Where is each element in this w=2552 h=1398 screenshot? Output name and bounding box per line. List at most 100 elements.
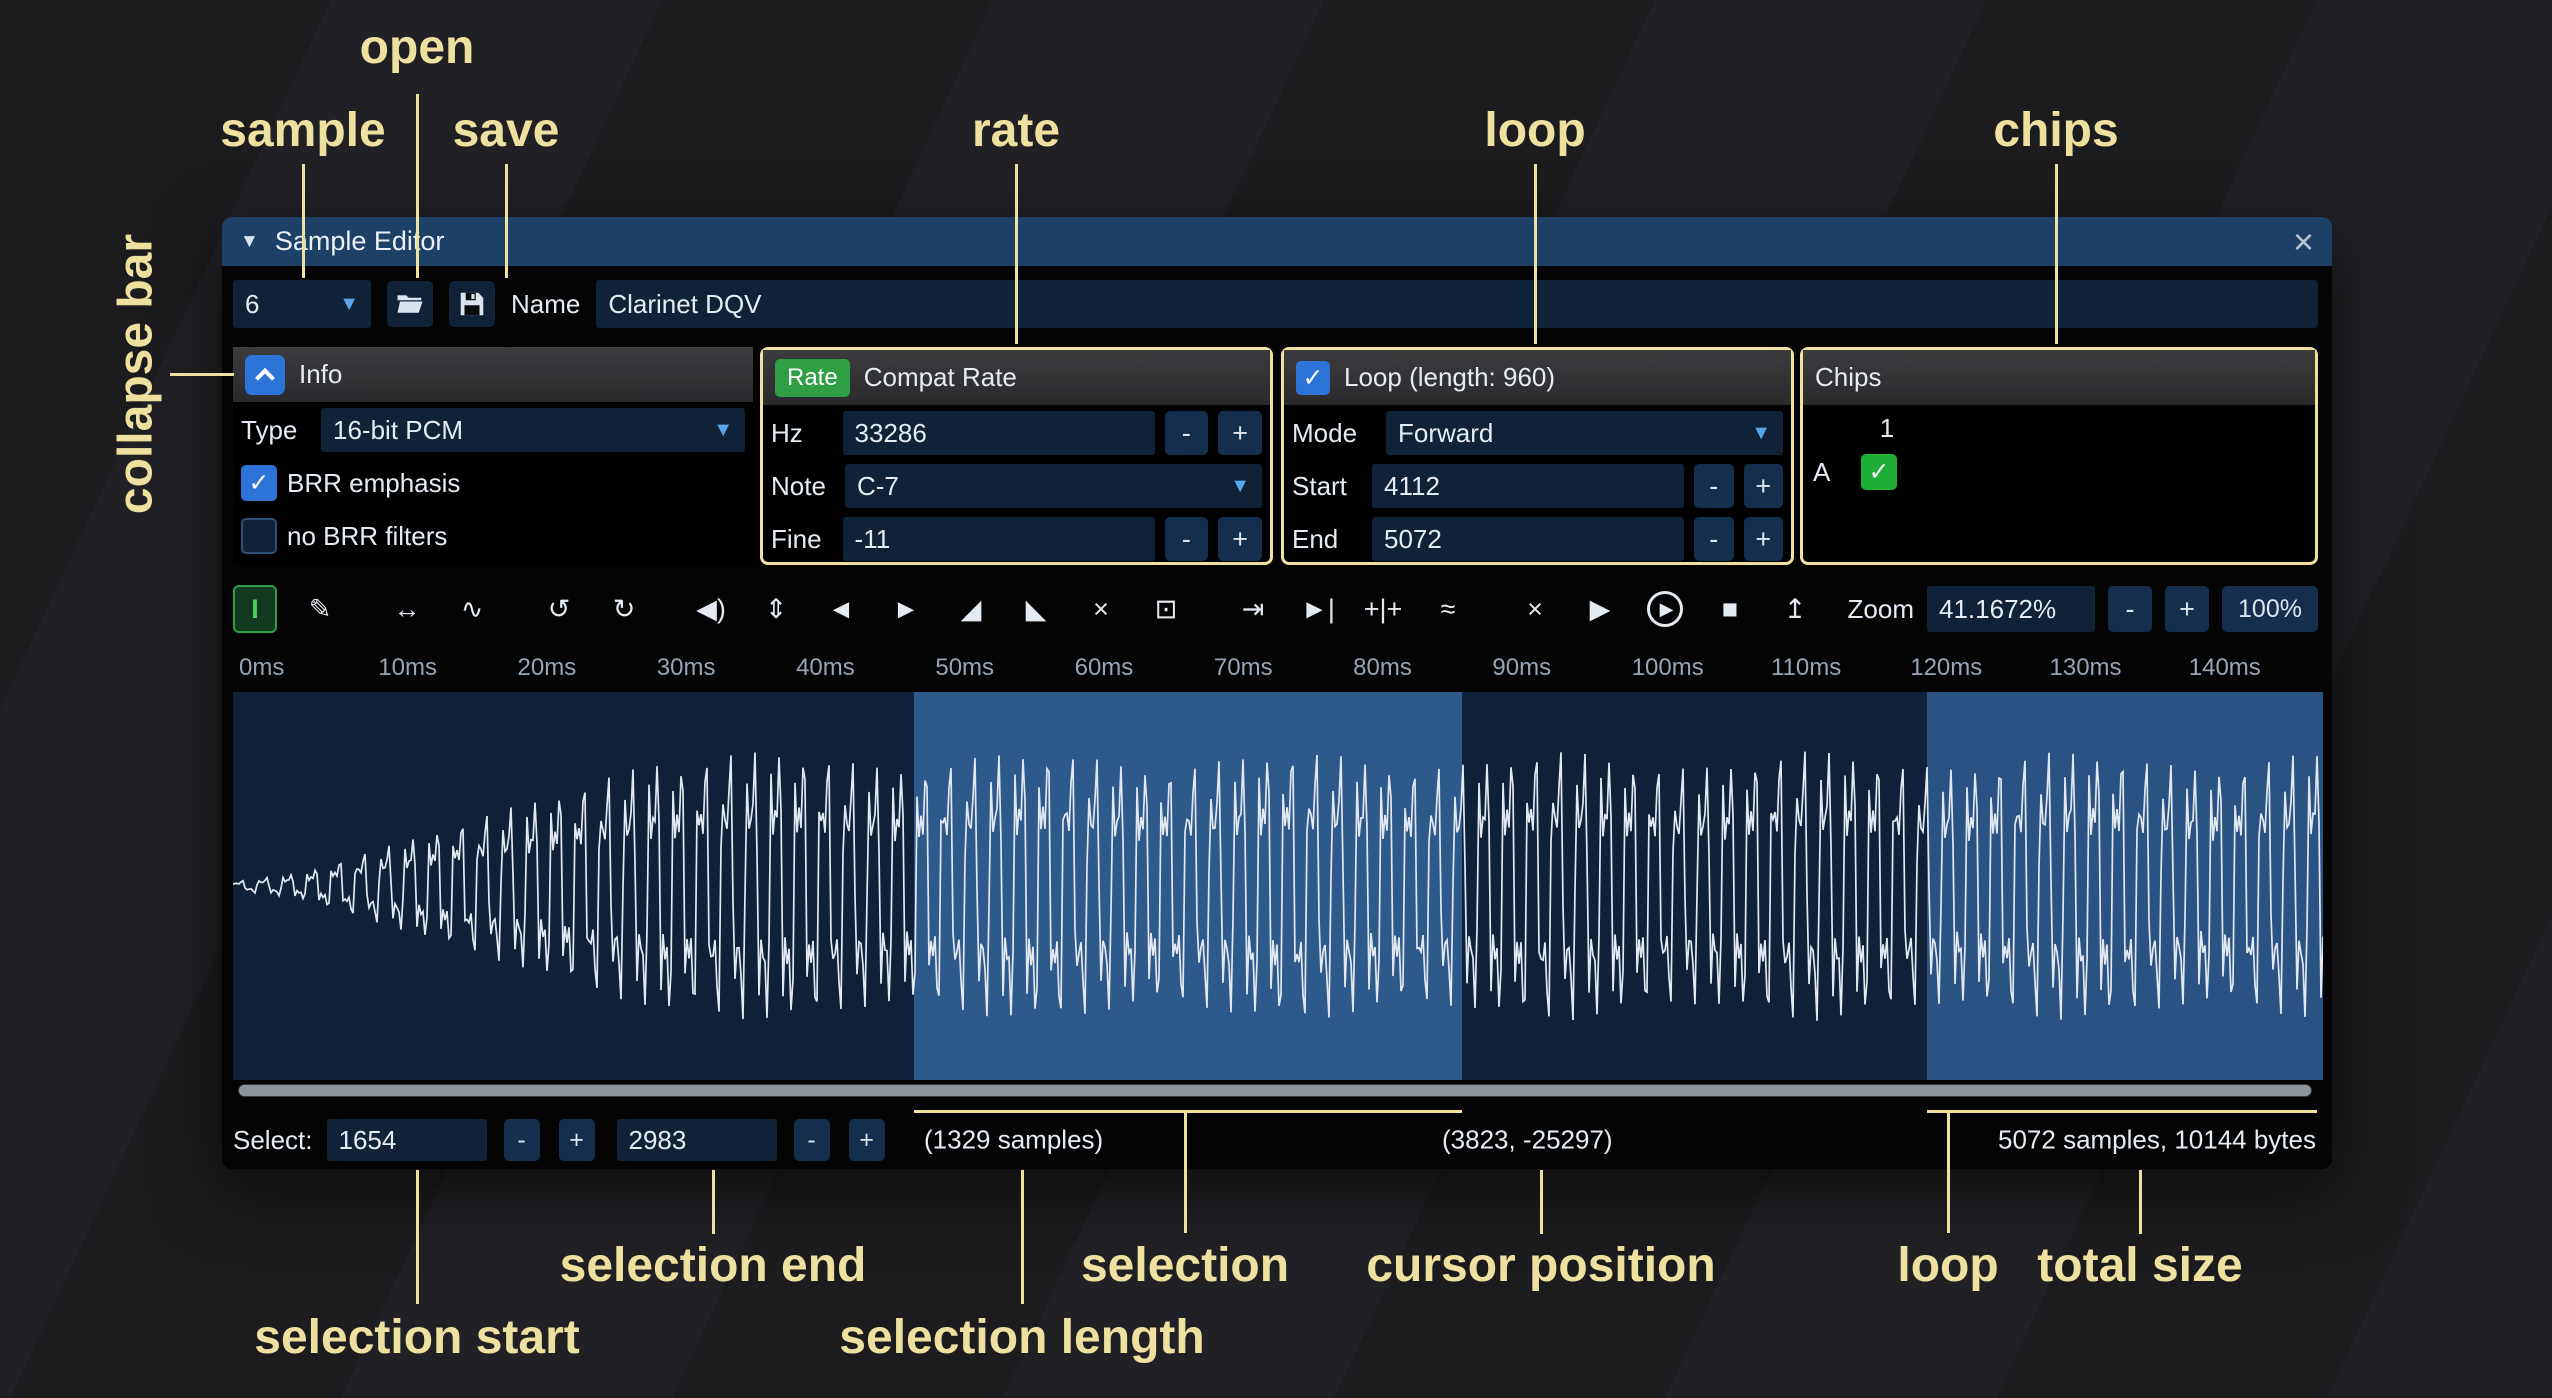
fade-out-button[interactable]: ◣: [1014, 585, 1058, 633]
ruler-label: 50ms: [935, 654, 994, 682]
loop-mode-dropdown[interactable]: Forward ▼: [1386, 411, 1783, 455]
selection-start-decrease-button[interactable]: -: [504, 1119, 540, 1161]
resize-button[interactable]: ↔: [385, 585, 429, 633]
chevron-down-icon: ▼: [1751, 422, 1771, 445]
undo-button[interactable]: ↺: [537, 585, 581, 633]
selection-start-input[interactable]: [327, 1119, 487, 1161]
amplify-button[interactable]: ◀): [689, 585, 733, 633]
zoom-in-button[interactable]: +: [2165, 586, 2209, 632]
draw-mode-button[interactable]: ✎: [298, 585, 342, 633]
zoom-label: Zoom: [1848, 594, 1914, 625]
fine-input[interactable]: [843, 517, 1155, 561]
stop-button[interactable]: ■: [1708, 585, 1752, 633]
fade-in-button[interactable]: ◢: [949, 585, 993, 633]
chevron-up-icon: [255, 367, 275, 387]
selection-start-increase-button[interactable]: +: [559, 1119, 595, 1161]
chip-row-label: A: [1813, 457, 1841, 488]
hz-decrease-button[interactable]: -: [1165, 411, 1209, 455]
fine-decrease-button[interactable]: -: [1165, 517, 1209, 561]
zoom-out-button[interactable]: -: [2108, 586, 2152, 632]
selection-end-increase-button[interactable]: +: [849, 1119, 885, 1161]
filter-icon: ≈: [1441, 594, 1456, 625]
loop-start-decrease-button[interactable]: -: [1694, 464, 1734, 508]
hz-input[interactable]: [843, 411, 1155, 455]
save-button[interactable]: [449, 281, 495, 327]
trim-icon: ⊡: [1155, 594, 1178, 625]
loop-enable-checkbox[interactable]: ✓: [1296, 361, 1330, 395]
reverse-icon: ◄: [828, 594, 855, 625]
amplify-icon: ◀): [696, 594, 726, 625]
zoom-reset-button[interactable]: 100%: [2222, 586, 2318, 632]
loop-start-input[interactable]: [1372, 464, 1684, 508]
note-value: C-7: [857, 471, 899, 502]
play-icon: ▶: [1647, 591, 1683, 627]
import-button[interactable]: ↥: [1773, 585, 1817, 633]
loop-end-input[interactable]: [1372, 517, 1684, 561]
resize-icon: ↔: [394, 594, 421, 625]
resample-button[interactable]: ∿: [450, 585, 494, 633]
annotation-selection-start-label: selection start: [254, 1310, 579, 1365]
fade-out-icon: ◣: [1026, 594, 1047, 625]
save-icon: [457, 289, 487, 319]
chip-column-header: 1: [1869, 413, 1905, 444]
slice-icon: ►|: [1301, 594, 1335, 625]
play-button[interactable]: ▶: [1643, 585, 1687, 633]
sample-type-dropdown[interactable]: 16-bit PCM ▼: [321, 408, 745, 452]
filter-button[interactable]: ≈: [1426, 585, 1470, 633]
waveform-display[interactable]: [233, 692, 2323, 1080]
fine-increase-button[interactable]: +: [1218, 517, 1262, 561]
insert-silence-button[interactable]: +|+: [1361, 585, 1405, 633]
normalize-button[interactable]: ⇕: [754, 585, 798, 633]
chevron-down-icon: ▼: [1230, 475, 1250, 498]
sample-row: 6 ▼ Name: [233, 280, 2318, 328]
annotation-selection-end-line: [712, 1170, 715, 1234]
annotation-rate-label: rate: [972, 103, 1060, 158]
loop-end-increase-button[interactable]: +: [1744, 517, 1784, 561]
redo-button[interactable]: ↻: [602, 585, 646, 633]
close-icon[interactable]: ×: [2293, 224, 2314, 260]
insert-button[interactable]: ⇥: [1231, 585, 1275, 633]
loop-start-increase-button[interactable]: +: [1744, 464, 1784, 508]
check-icon: ✓: [1869, 457, 1890, 487]
select-mode-button[interactable]: I: [233, 585, 277, 633]
no-brr-filters-checkbox[interactable]: [241, 518, 277, 554]
zoom-input[interactable]: [1927, 586, 2095, 632]
selection-end-decrease-button[interactable]: -: [794, 1119, 830, 1161]
draw-mode-icon: ✎: [309, 594, 332, 625]
chevron-down-icon: ▼: [713, 419, 733, 442]
invert-button[interactable]: ►: [884, 585, 928, 633]
normalize-icon: ⇕: [765, 594, 788, 625]
horizontal-scrollbar[interactable]: [238, 1084, 2312, 1097]
rate-panel-title: Compat Rate: [864, 362, 1017, 393]
preview-button[interactable]: ▶: [1578, 585, 1622, 633]
silence-button[interactable]: ×: [1079, 585, 1123, 633]
hz-increase-button[interactable]: +: [1218, 411, 1262, 455]
annotation-selection-end-label: selection end: [560, 1238, 867, 1293]
annotation-selection-start-line: [416, 1170, 419, 1304]
sample-type-value: 16-bit PCM: [333, 415, 463, 446]
window-collapse-icon[interactable]: ▼: [240, 231, 259, 253]
sample-name-input[interactable]: [596, 280, 2318, 328]
collapse-bar-button[interactable]: [245, 355, 285, 395]
open-button[interactable]: [387, 281, 433, 327]
note-dropdown[interactable]: C-7 ▼: [845, 464, 1262, 508]
trim-button[interactable]: ⊡: [1144, 585, 1188, 633]
titlebar[interactable]: ▼ Sample Editor ×: [222, 217, 2332, 266]
selection-end-input[interactable]: [617, 1119, 777, 1161]
scrollbar-thumb[interactable]: [239, 1085, 2311, 1096]
info-panel-header: Info: [233, 347, 753, 402]
annotation-save-label: save: [453, 103, 560, 158]
sample-number-dropdown[interactable]: 6 ▼: [233, 280, 371, 328]
timeline-ruler: 0ms10ms20ms30ms40ms50ms60ms70ms80ms90ms1…: [233, 648, 2318, 688]
rate-panel: Rate Compat Rate Hz - + Note C-7 ▼: [760, 347, 1273, 565]
chip-a-checkbox[interactable]: ✓: [1861, 454, 1897, 490]
brr-emphasis-checkbox[interactable]: ✓: [241, 465, 277, 501]
ruler-label: 80ms: [1353, 654, 1412, 682]
delete-button[interactable]: ×: [1513, 585, 1557, 633]
preview-icon: ▶: [1590, 594, 1611, 625]
loop-end-decrease-button[interactable]: -: [1694, 517, 1734, 561]
annotation-loop-label: loop: [1484, 103, 1585, 158]
reverse-button[interactable]: ◄: [819, 585, 863, 633]
loop-panel: ✓ Loop (length: 960) Mode Forward ▼ Star…: [1281, 347, 1794, 565]
slice-button[interactable]: ►|: [1296, 585, 1340, 633]
